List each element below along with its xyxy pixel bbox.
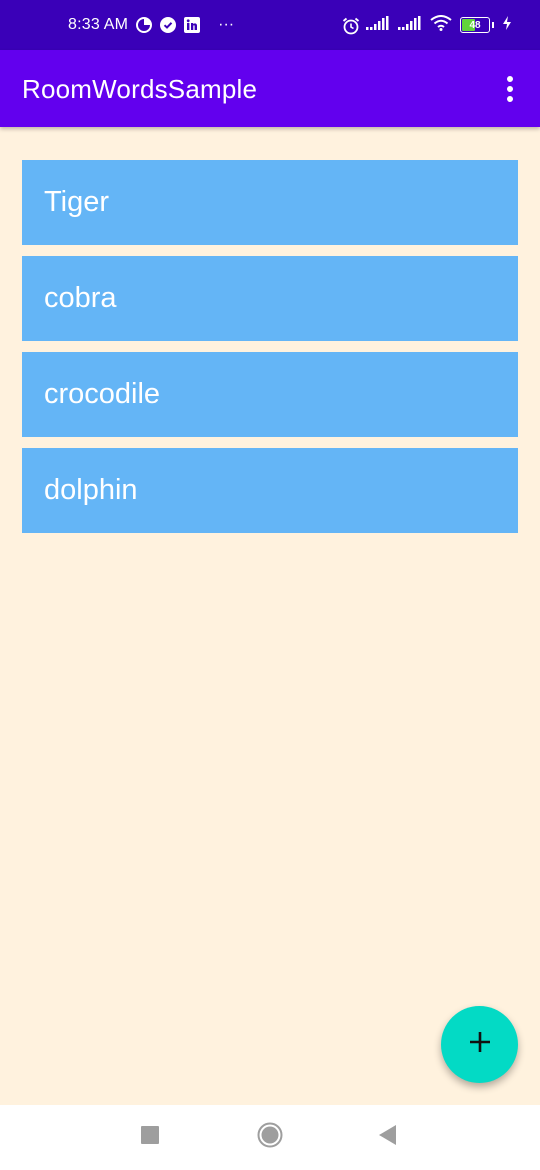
system-nav-bar: [0, 1105, 540, 1170]
battery-cap: [492, 22, 494, 28]
back-icon: [379, 1125, 397, 1150]
overflow-dot: [507, 76, 513, 82]
status-right: 48: [342, 0, 512, 50]
recents-icon: [141, 1126, 159, 1149]
data-saver-icon: [136, 17, 153, 33]
back-button[interactable]: [358, 1105, 418, 1170]
home-button[interactable]: [240, 1105, 300, 1170]
word-label: dolphin: [44, 474, 138, 506]
check-circle-icon: [160, 17, 177, 33]
overflow-dot: [507, 86, 513, 92]
list-item[interactable]: dolphin: [22, 448, 518, 533]
word-label: cobra: [44, 282, 117, 314]
status-left: 8:33 AM ···: [68, 0, 234, 50]
signal-icon: [398, 15, 422, 35]
list-item[interactable]: crocodile: [22, 352, 518, 437]
word-label: crocodile: [44, 378, 161, 410]
plus-icon: [468, 1030, 492, 1059]
app-bar: RoomWordsSample: [0, 50, 540, 127]
status-time: 8:33 AM: [68, 16, 129, 33]
battery-icon: 48: [460, 17, 490, 33]
add-word-button[interactable]: [441, 1006, 518, 1083]
home-icon: [257, 1122, 283, 1153]
word-list: Tiger cobra crocodile dolphin: [22, 160, 518, 544]
overflow-dot: [507, 96, 513, 102]
overflow-menu-icon[interactable]: [498, 72, 522, 106]
recents-button[interactable]: [120, 1105, 180, 1170]
word-label: Tiger: [44, 186, 109, 218]
app-title: RoomWordsSample: [22, 74, 258, 104]
charging-icon: [502, 15, 512, 35]
more-notifications-indicator: ···: [218, 16, 235, 33]
signal-icon: [366, 15, 390, 35]
wifi-icon: [430, 14, 452, 36]
status-bar: 8:33 AM ··· 48: [0, 0, 540, 50]
battery-level: 48: [469, 19, 481, 31]
linkedin-icon: [184, 17, 201, 33]
list-item[interactable]: Tiger: [22, 160, 518, 245]
alarm-icon: [342, 17, 360, 35]
list-item[interactable]: cobra: [22, 256, 518, 341]
